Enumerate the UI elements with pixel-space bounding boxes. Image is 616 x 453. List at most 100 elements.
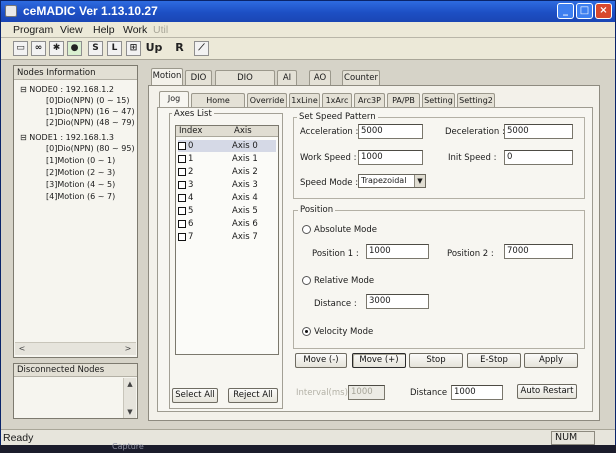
chart-icon[interactable]: ⟋ bbox=[194, 41, 209, 56]
axis-row[interactable]: 0 Axis 0 bbox=[178, 140, 276, 152]
nodes-hscrollbar[interactable]: < > bbox=[15, 342, 136, 355]
col-index-header[interactable]: Index bbox=[179, 126, 202, 137]
speed-mode-label: Speed Mode : bbox=[300, 178, 359, 188]
tree-item[interactable]: [4]Motion (6 ~ 7) bbox=[46, 191, 115, 202]
disconnected-vscrollbar[interactable]: ▲ ▼ bbox=[123, 378, 136, 418]
axis-row[interactable]: 5 Axis 5 bbox=[178, 205, 276, 217]
absolute-mode-label[interactable]: Absolute Mode bbox=[314, 225, 377, 235]
tab-home-return[interactable]: Home Return bbox=[191, 93, 245, 118]
apply-button[interactable]: Apply bbox=[524, 353, 578, 368]
deceleration-field[interactable]: 5000 bbox=[504, 124, 573, 139]
acceleration-field[interactable]: 5000 bbox=[358, 124, 423, 139]
l-icon[interactable]: L bbox=[107, 41, 122, 56]
axis-row[interactable]: 4 Axis 4 bbox=[178, 192, 276, 204]
acceleration-label: Acceleration : bbox=[300, 127, 359, 137]
auto-restart-button[interactable]: Auto Restart bbox=[517, 384, 577, 399]
relative-mode-radio[interactable] bbox=[302, 276, 311, 285]
close-button[interactable]: × bbox=[595, 3, 612, 19]
velocity-mode-label[interactable]: Velocity Mode bbox=[314, 327, 373, 337]
col-axis-header[interactable]: Axis bbox=[234, 126, 252, 137]
axis-checkbox[interactable] bbox=[178, 220, 186, 228]
axis-index: 2 bbox=[188, 167, 194, 177]
interval-field[interactable]: 1000 bbox=[348, 385, 385, 400]
axis-row[interactable]: 2 Axis 2 bbox=[178, 166, 276, 178]
bottom-distance-field[interactable]: 1000 bbox=[451, 385, 503, 400]
move-minus-button[interactable]: Move (-) bbox=[295, 353, 347, 368]
tree-item[interactable]: [2]Dio(NPN) (48 ~ 79) bbox=[46, 117, 135, 128]
init-speed-field[interactable]: 0 bbox=[504, 150, 573, 165]
axis-checkbox[interactable] bbox=[178, 142, 186, 150]
tree-item[interactable]: [3]Motion (4 ~ 5) bbox=[46, 179, 115, 190]
relative-mode-label[interactable]: Relative Mode bbox=[314, 276, 374, 286]
tree-node1[interactable]: ⊟ NODE1 : 192.168.1.3 bbox=[20, 132, 114, 143]
axis-checkbox[interactable] bbox=[178, 233, 186, 241]
stop-button[interactable]: Stop bbox=[409, 353, 463, 368]
estop-button[interactable]: E-Stop bbox=[467, 353, 521, 368]
speed-mode-select[interactable]: Trapezoidal ▼ bbox=[358, 174, 426, 188]
move-plus-button[interactable]: Move (+) bbox=[352, 353, 406, 368]
absolute-mode-radio[interactable] bbox=[302, 225, 311, 234]
axis-checkbox[interactable] bbox=[178, 207, 186, 215]
position2-label: Position 2 : bbox=[447, 249, 494, 259]
reject-all-button[interactable]: Reject All bbox=[228, 388, 278, 403]
tab-1xarc[interactable]: 1xArc bbox=[322, 93, 352, 107]
velocity-mode-radio[interactable] bbox=[302, 327, 311, 336]
distance-field[interactable]: 3000 bbox=[366, 294, 429, 309]
grid-icon[interactable]: ⊞ bbox=[126, 41, 141, 56]
chevron-down-icon[interactable]: ▼ bbox=[414, 175, 425, 187]
menu-program[interactable]: Program bbox=[13, 24, 53, 36]
link-icon[interactable]: ∞ bbox=[31, 41, 46, 56]
minimize-button[interactable]: _ bbox=[557, 3, 574, 19]
tab-pa-pb[interactable]: PA/PB bbox=[387, 93, 420, 107]
maximize-button[interactable]: □ bbox=[576, 3, 593, 19]
toolbar: ▭ ∞ ✱ ● S L ⊞ Up R ⟋ bbox=[1, 38, 615, 60]
tab-setting2[interactable]: Setting2 bbox=[457, 93, 495, 107]
work-speed-field[interactable]: 1000 bbox=[358, 150, 423, 165]
menu-help[interactable]: Help bbox=[93, 24, 115, 36]
tab-setting[interactable]: Setting bbox=[422, 93, 455, 107]
scroll-up-icon[interactable]: ▲ bbox=[124, 379, 136, 389]
s-icon[interactable]: S bbox=[88, 41, 103, 56]
r-icon[interactable]: R bbox=[172, 41, 187, 56]
axis-checkbox[interactable] bbox=[178, 168, 186, 176]
title-bar[interactable]: ceMADIC Ver 1.13.10.27 _ □ × bbox=[1, 1, 615, 22]
scroll-right-icon[interactable]: > bbox=[122, 344, 134, 354]
axis-row[interactable]: 7 Axis 7 bbox=[178, 231, 276, 243]
tab-override[interactable]: Override bbox=[247, 93, 287, 107]
select-all-button[interactable]: Select All bbox=[172, 388, 218, 403]
axis-checkbox[interactable] bbox=[178, 194, 186, 202]
tab-dio-multiview[interactable]: DIO MultiView bbox=[215, 70, 275, 97]
tab-jog[interactable]: Jog bbox=[159, 91, 189, 107]
tree-item[interactable]: [0]Dio(NPN) (80 ~ 95) bbox=[46, 143, 135, 154]
menu-view[interactable]: View bbox=[60, 24, 83, 36]
tab-arc3p[interactable]: Arc3P bbox=[354, 93, 385, 107]
up-icon[interactable]: Up bbox=[145, 41, 163, 56]
menu-util[interactable]: Util bbox=[153, 24, 168, 36]
tree-item[interactable]: [1]Dio(NPN) (16 ~ 47) bbox=[46, 106, 135, 117]
axis-row[interactable]: 6 Axis 6 bbox=[178, 218, 276, 230]
scroll-left-icon[interactable]: < bbox=[16, 344, 28, 354]
axis-row[interactable]: 3 Axis 3 bbox=[178, 179, 276, 191]
tree-item[interactable]: [1]Motion (0 ~ 1) bbox=[46, 155, 115, 166]
axis-name: Axis 7 bbox=[232, 232, 258, 242]
run-icon[interactable]: ● bbox=[67, 41, 82, 56]
tab-counter[interactable]: Counter bbox=[342, 70, 380, 85]
tree-item[interactable]: [0]Dio(NPN) (0 ~ 15) bbox=[46, 95, 130, 106]
scroll-down-icon[interactable]: ▼ bbox=[124, 407, 136, 417]
tree-item[interactable]: [2]Motion (2 ~ 3) bbox=[46, 167, 115, 178]
tab-ao[interactable]: AO bbox=[309, 70, 331, 85]
menu-work[interactable]: Work bbox=[123, 24, 147, 36]
position2-field[interactable]: 7000 bbox=[504, 244, 573, 259]
tab-dio[interactable]: DIO bbox=[185, 70, 212, 85]
position1-field[interactable]: 1000 bbox=[366, 244, 429, 259]
gear-icon[interactable]: ✱ bbox=[49, 41, 64, 56]
open-icon[interactable]: ▭ bbox=[13, 41, 28, 56]
taskbar-capture[interactable]: Capture bbox=[112, 442, 144, 451]
axis-checkbox[interactable] bbox=[178, 155, 186, 163]
axis-row[interactable]: 1 Axis 1 bbox=[178, 153, 276, 165]
tree-node0[interactable]: ⊟ NODE0 : 192.168.1.2 bbox=[20, 84, 114, 95]
axis-checkbox[interactable] bbox=[178, 181, 186, 189]
tab-ai[interactable]: AI bbox=[277, 70, 297, 85]
tab-1xline[interactable]: 1xLine bbox=[289, 93, 320, 107]
tab-motion[interactable]: Motion bbox=[151, 68, 183, 85]
